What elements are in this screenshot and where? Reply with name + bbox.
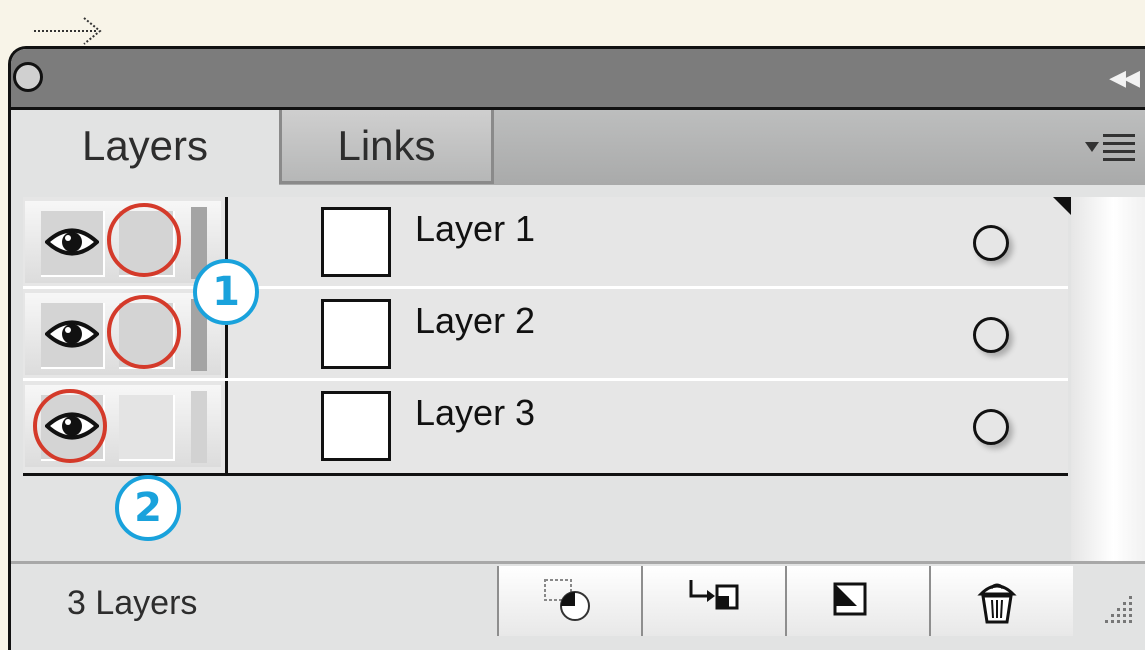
close-button[interactable]: [13, 62, 43, 92]
tab-layers[interactable]: Layers: [11, 110, 279, 185]
layer-name[interactable]: Layer 3: [415, 391, 535, 435]
lock-toggle[interactable]: [119, 395, 175, 461]
new-sublayer-icon: [544, 579, 590, 621]
highlight-ring-lock-1: [107, 203, 181, 277]
tab-layers-label: Layers: [81, 122, 209, 169]
target-circle-icon[interactable]: [973, 225, 1009, 261]
layer-name[interactable]: Layer 2: [415, 299, 535, 343]
panel-menu-icon[interactable]: [1085, 132, 1137, 164]
visibility-toggle[interactable]: [41, 303, 105, 369]
target-circle-icon[interactable]: [973, 317, 1009, 353]
layer-count: 3 Layers: [67, 584, 198, 622]
tab-bar: Layers Links: [11, 110, 1145, 185]
target-circle-icon[interactable]: [973, 409, 1009, 445]
layer-name[interactable]: Layer 1: [415, 207, 535, 251]
callout-2: 2: [115, 475, 181, 541]
panel-titlebar[interactable]: ◀◀: [11, 49, 1145, 110]
delete-layer-button[interactable]: [929, 566, 1073, 636]
status-bar: 3 Layers: [11, 561, 1145, 650]
move-to-layer-icon: [689, 580, 739, 610]
scrollbar[interactable]: [1071, 197, 1145, 621]
new-layer-button[interactable]: [785, 566, 929, 636]
visibility-toggle[interactable]: [41, 211, 105, 277]
tab-links-label: Links: [337, 122, 436, 169]
collapse-arrows-icon[interactable]: ◀◀: [1109, 67, 1140, 89]
eye-icon: [45, 228, 99, 256]
callout-1: 1: [193, 259, 259, 325]
highlight-ring-lock-2: [107, 295, 181, 369]
layer-thumbnail: [321, 391, 391, 461]
layers-panel: ◀◀ Layers Links Layer 1 Layer 2 Layer 3 …: [8, 46, 1145, 650]
layer-thumbnail: [321, 207, 391, 277]
new-layer-icon: [833, 582, 867, 616]
resize-grip-icon[interactable]: [1105, 594, 1135, 624]
tab-links[interactable]: Links: [279, 110, 494, 184]
create-layer-from-selection-button[interactable]: [641, 566, 785, 636]
eye-icon: [45, 320, 99, 348]
highlight-ring-eye-3: [33, 389, 107, 463]
selection-bar: [191, 391, 207, 463]
new-sublayer-button[interactable]: [497, 566, 641, 636]
layer-thumbnail: [321, 299, 391, 369]
layer-row[interactable]: Layer 3: [23, 381, 1068, 473]
dotted-arrow-icon: [34, 17, 102, 45]
trash-icon: [977, 583, 1017, 624]
current-layer-indicator: [1053, 197, 1071, 215]
